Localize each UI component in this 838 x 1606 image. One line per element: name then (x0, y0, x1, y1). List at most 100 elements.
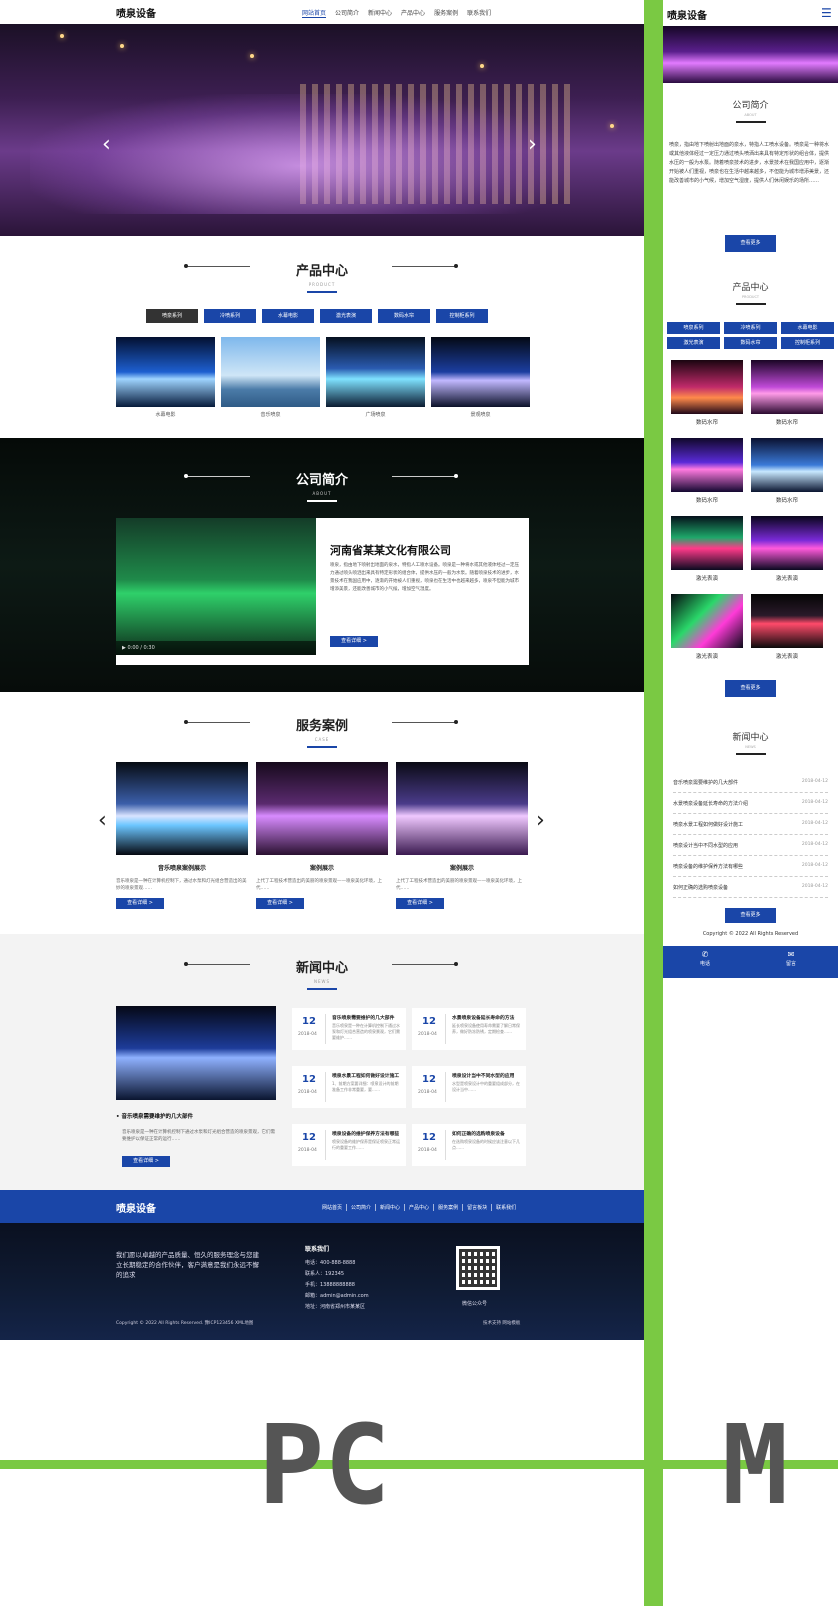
mobile-news-item[interactable]: 水景喷泉设备延长寿命的方法介绍 2018-04-12 (673, 794, 828, 814)
mobile-about-more-button[interactable]: 查看更多 (725, 235, 776, 252)
mobile-product-more-button[interactable]: 查看更多 (725, 680, 776, 697)
mobile-product-card[interactable]: 数码水帘 (671, 438, 743, 504)
mobile-news-item[interactable]: 喷泉水景工程如何做好设计施工 2018-04-12 (673, 815, 828, 835)
mobile-tab[interactable]: 喷泉系列 (667, 322, 720, 334)
mobile-product-card[interactable]: 激光表演 (671, 594, 743, 660)
mobile-tab[interactable]: 冷喷系列 (724, 322, 777, 334)
mobile-tab[interactable]: 激光表演 (667, 337, 720, 349)
case-more-button[interactable]: 查看详细 > (396, 898, 444, 909)
mobile-product-card[interactable]: 数码水帘 (751, 438, 823, 504)
mobile-news-more-button[interactable]: 查看更多 (725, 908, 776, 923)
mobile-logo[interactable]: 喷泉设备 (667, 7, 707, 22)
case-more-button[interactable]: 查看详细 > (116, 898, 164, 909)
chevron-left-icon[interactable]: ‹ (102, 134, 111, 156)
news-main-title[interactable]: • 音乐喷泉需要维护的几大部件 (116, 1112, 193, 1120)
footer-links[interactable]: 技术支持 网站模板 (483, 1320, 520, 1326)
mobile-copyright: Copyright © 2022 All Rights Reserved (702, 931, 799, 937)
case-image (396, 762, 528, 855)
nav-news[interactable]: 新闻中心 (368, 8, 392, 18)
pc-logo[interactable]: 喷泉设备 (116, 5, 156, 20)
video-controls[interactable]: ▶ 0:00 / 0:30 (116, 641, 316, 655)
pc-header: 喷泉设备 网站首页 公司简介 新闻中心 产品中心 服务案例 联系我们 (0, 0, 644, 24)
tab-water-screen[interactable]: 水幕电影 (262, 309, 314, 323)
footer-link[interactable]: 服务案例 (434, 1204, 464, 1211)
nav-about[interactable]: 公司简介 (335, 8, 359, 18)
mobile-news-item[interactable]: 音乐喷泉需要维护的几大部件 2018-04-12 (673, 773, 828, 793)
products-subtitle: PRODUCT (308, 282, 336, 287)
case-card[interactable]: 案例展示 上代了工程技术营造出的美丽的喷泉景观——喷泉美化环境，上代…… 查看详… (256, 762, 388, 909)
product-image (326, 337, 425, 407)
product-card[interactable]: 广场喷泉 (326, 337, 425, 418)
product-tabs: 喷泉系列 冷喷系列 水幕电影 激光表演 数码水帘 控制柜系列 (146, 309, 488, 323)
cases-prev-icon[interactable]: ‹ (98, 810, 107, 832)
news-more-button[interactable]: 查看详细 > (122, 1156, 170, 1167)
news-main-image[interactable] (116, 1006, 276, 1100)
news-card[interactable]: 12 2018-04 音乐喷泉需要维护的几大部件 音乐喷泉是一种在计算机控制下通过水… (292, 1008, 406, 1050)
news-card[interactable]: 12 2018-04 喷泉设计当中不同水型的应用 水型是喷泉设计中的重要组成部分，在… (412, 1066, 526, 1108)
phone-icon: ✆ (701, 950, 709, 959)
case-title: 案例展示 (309, 865, 334, 872)
mobile-news-item[interactable]: 如何正确的选购喷泉设备 2018-04-12 (673, 878, 828, 898)
tab-digital-curtain[interactable]: 数码水帘 (378, 309, 430, 323)
product-card[interactable]: 水幕电影 (116, 337, 215, 418)
case-card[interactable]: 案例展示 上代了工程技术营造出的美丽的喷泉景观——喷泉美化环境，上代…… 查看详… (396, 762, 528, 909)
case-more-button[interactable]: 查看详细 > (256, 898, 304, 909)
cases-next-icon[interactable]: › (536, 810, 545, 832)
case-title: 案例展示 (449, 865, 474, 872)
footer-link[interactable]: 联系我们 (492, 1204, 520, 1211)
case-image (256, 762, 388, 855)
mobile-product-card[interactable]: 激光表演 (751, 516, 823, 582)
case-desc: 音乐喷泉是一种在计算机控制下，通过水泵和灯光组合营造出的美妙的喷泉景观…… (116, 879, 247, 891)
mobile-product-card[interactable]: 激光表演 (751, 594, 823, 660)
mobile-message-button[interactable]: ✉ 留言 (771, 950, 811, 967)
play-icon[interactable]: ▶ (122, 645, 126, 651)
mobile-news-item[interactable]: 喷泉设计当中不同水型的应用 2018-04-12 (673, 836, 828, 856)
footer-link[interactable]: 公司简介 (347, 1204, 377, 1211)
news-card[interactable]: 12 2018-04 喷泉设备的维护保养方法有哪些 喷泉设备的维护保养是保证喷泉正常… (292, 1124, 406, 1166)
mobile-tab[interactable]: 水幕电影 (781, 322, 834, 334)
footer-link[interactable]: 产品中心 (405, 1204, 435, 1211)
about-subtitle: ABOUT (312, 491, 332, 496)
product-image (221, 337, 320, 407)
mobile-tab[interactable]: 数码水帘 (724, 337, 777, 349)
about-video[interactable] (116, 518, 316, 655)
about-heading: 公司简介 ABOUT (0, 469, 644, 502)
footer-link[interactable]: 新闻中心 (376, 1204, 406, 1211)
nav-home[interactable]: 网站首页 (302, 8, 327, 18)
product-card[interactable]: 音乐喷泉 (221, 337, 320, 418)
cases-heading: 服务案例 CASE (0, 715, 644, 748)
mobile-product-card[interactable]: 数码水帘 (671, 360, 743, 426)
nav-products[interactable]: 产品中心 (401, 8, 425, 18)
contact-person: 联系人：192345 (305, 1271, 345, 1277)
mobile-about-heading: 公司简介 ABOUT (663, 98, 838, 123)
news-card[interactable]: 12 2018-04 喷泉水景工程如何做好设计施工 1、前期方案要详细：喷泉设计的前… (292, 1066, 406, 1108)
contact-email: 邮箱：admin@admin.com (305, 1293, 369, 1299)
tab-cold-spray[interactable]: 冷喷系列 (204, 309, 256, 323)
mobile-news-item[interactable]: 喷泉设备的维护保养方法有哪些 2018-04-12 (673, 857, 828, 877)
about-more-button[interactable]: 查看详细 > (330, 636, 378, 647)
chevron-right-icon[interactable]: › (528, 134, 537, 156)
nav-contact[interactable]: 联系我们 (467, 8, 491, 18)
mobile-product-tabs: 喷泉系列 冷喷系列 水幕电影 激光表演 数码水帘 控制柜系列 (667, 322, 834, 349)
nav-cases[interactable]: 服务案例 (434, 8, 458, 18)
cases-title: 服务案例 (295, 719, 348, 734)
mobile-product-card[interactable]: 激光表演 (671, 516, 743, 582)
tab-control-cabinet[interactable]: 控制柜系列 (436, 309, 488, 323)
tab-fountain[interactable]: 喷泉系列 (146, 309, 198, 323)
news-card[interactable]: 12 2018-04 如何正确的选购喷泉设备 在选购喷泉设备的时候应该注意以下几点…… (412, 1124, 526, 1166)
mobile-call-button[interactable]: ✆ 电话 (685, 950, 725, 967)
product-card[interactable]: 景观喷泉 (431, 337, 530, 418)
case-card[interactable]: 音乐喷泉案例展示 音乐喷泉是一种在计算机控制下，通过水泵和灯光组合营造出的美妙的… (116, 762, 248, 909)
mobile-product-heading: 产品中心 PRODUCT (663, 280, 838, 305)
tab-laser[interactable]: 激光表演 (320, 309, 372, 323)
frame-bar (0, 1460, 838, 1469)
mobile-tab[interactable]: 控制柜系列 (781, 337, 834, 349)
footer-logo[interactable]: 喷泉设备 (116, 1200, 156, 1215)
news-card[interactable]: 12 2018-04 水景喷泉设备延长寿命的方法 延长喷泉设备使用寿命需要了解日常保… (412, 1008, 526, 1050)
menu-icon[interactable]: ☰ (821, 6, 832, 20)
mobile-bottom-bar: ✆ 电话 ✉ 留言 (663, 946, 838, 978)
footer-link[interactable]: 网站首页 (318, 1204, 348, 1211)
mobile-product-card[interactable]: 数码水帘 (751, 360, 823, 426)
case-desc: 上代了工程技术营造出的美丽的喷泉景观——喷泉美化环境，上代…… (396, 879, 522, 891)
footer-link[interactable]: 留言板块 (463, 1204, 493, 1211)
